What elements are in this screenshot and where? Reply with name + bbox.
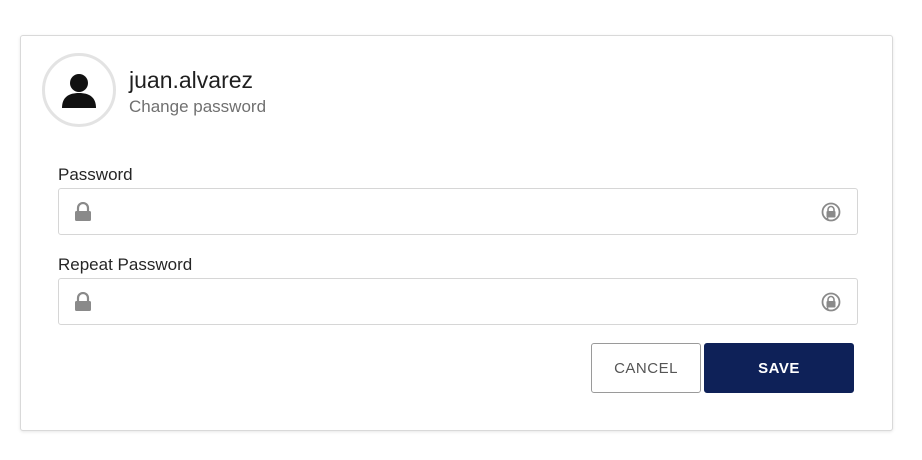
user-header: juan.alvarez Change password — [129, 66, 266, 118]
save-button[interactable]: SAVE — [704, 343, 854, 393]
repeat-password-field[interactable] — [58, 278, 858, 325]
password-field[interactable] — [58, 188, 858, 235]
change-password-card: juan.alvarez Change password Password Re… — [20, 35, 893, 431]
password-label: Password — [58, 165, 133, 184]
repeat-password-label: Repeat Password — [58, 255, 193, 274]
username: juan.alvarez — [129, 67, 254, 93]
cancel-button[interactable]: CANCEL — [591, 343, 701, 393]
reveal-password-icon[interactable] — [820, 291, 842, 313]
avatar — [42, 53, 116, 127]
user-icon — [62, 74, 96, 108]
repeat-password-input[interactable] — [103, 287, 813, 318]
page-subtitle: Change password — [129, 97, 267, 116]
lock-icon — [75, 202, 91, 221]
lock-icon — [75, 292, 91, 311]
reveal-password-icon[interactable] — [820, 201, 842, 223]
password-input[interactable] — [103, 197, 813, 228]
